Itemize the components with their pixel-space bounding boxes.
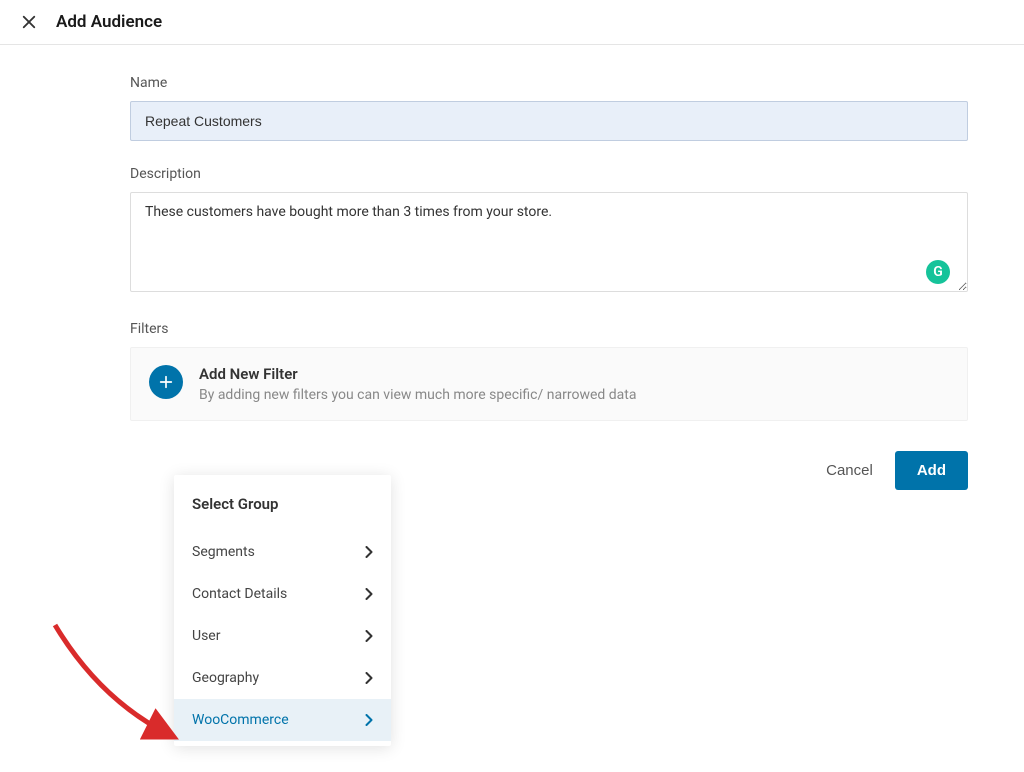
cancel-button[interactable]: Cancel xyxy=(826,462,873,479)
filter-subtitle: By adding new filters you can view much … xyxy=(199,387,636,403)
add-button[interactable]: Add xyxy=(895,451,968,490)
filter-text: Add New Filter By adding new filters you… xyxy=(199,365,636,403)
description-label: Description xyxy=(130,166,965,182)
dropdown-item-segments[interactable]: Segments xyxy=(174,531,391,573)
dropdown-item-label: WooCommerce xyxy=(192,712,289,728)
modal-header: Add Audience xyxy=(0,0,1024,45)
description-field-group: Description G xyxy=(130,166,965,296)
name-field-group: Name xyxy=(130,75,965,141)
form-content: Name Description G Filters Add New Filte… xyxy=(0,45,965,490)
dropdown-item-geography[interactable]: Geography xyxy=(174,657,391,699)
chevron-right-icon xyxy=(365,588,373,600)
chevron-right-icon xyxy=(365,630,373,642)
chevron-right-icon xyxy=(365,672,373,684)
description-textarea[interactable] xyxy=(130,192,968,292)
close-icon[interactable] xyxy=(20,13,38,31)
dropdown-item-user[interactable]: User xyxy=(174,615,391,657)
filters-field-group: Filters Add New Filter By adding new fil… xyxy=(130,321,965,421)
dropdown-item-label: Contact Details xyxy=(192,586,287,602)
plus-icon[interactable] xyxy=(149,365,183,399)
name-label: Name xyxy=(130,75,965,91)
filters-label: Filters xyxy=(130,321,965,337)
dropdown-item-label: Geography xyxy=(192,670,259,686)
filter-title: Add New Filter xyxy=(199,365,636,383)
page-title: Add Audience xyxy=(56,12,162,32)
name-input[interactable] xyxy=(130,101,968,141)
dropdown-item-woocommerce[interactable]: WooCommerce xyxy=(174,699,391,741)
annotation-arrow xyxy=(40,610,195,769)
dropdown-item-contact-details[interactable]: Contact Details xyxy=(174,573,391,615)
select-group-dropdown: Select Group Segments Contact Details User… xyxy=(174,475,391,746)
dropdown-title: Select Group xyxy=(174,495,391,531)
grammarly-icon[interactable]: G xyxy=(926,260,950,284)
chevron-right-icon xyxy=(365,714,373,726)
dropdown-item-label: Segments xyxy=(192,544,255,560)
chevron-right-icon xyxy=(365,546,373,558)
textarea-wrapper: G xyxy=(130,192,968,296)
dropdown-item-label: User xyxy=(192,628,220,644)
add-filter-box[interactable]: Add New Filter By adding new filters you… xyxy=(130,347,968,421)
